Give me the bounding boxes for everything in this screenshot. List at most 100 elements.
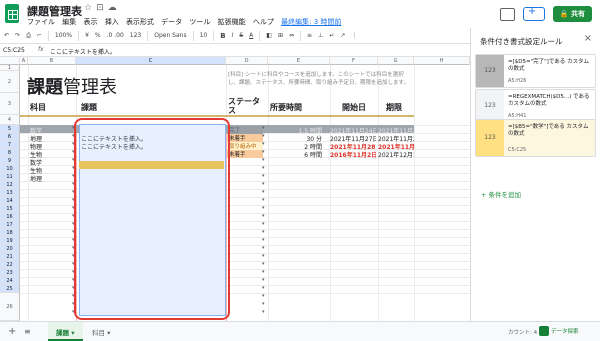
row-header[interactable]: 14 (0, 197, 20, 205)
move-icon[interactable]: ⊡ (96, 3, 108, 13)
row-header[interactable]: 8 (0, 149, 20, 157)
format-rule-1[interactable]: 123 =[$D5="完了"]である カスタムの数式 A5:H26 (475, 54, 596, 88)
wrap-icon[interactable]: ↵ (329, 32, 334, 39)
zoom-select[interactable]: 100% (55, 32, 72, 39)
row-header[interactable]: 23 (0, 269, 20, 277)
column-header[interactable]: D (226, 57, 268, 65)
star-icon[interactable]: ☆ (84, 3, 96, 13)
dropdown-arrow-icon[interactable]: ▾ (262, 173, 265, 179)
dropdown-arrow-icon[interactable]: ▾ (262, 245, 265, 251)
row-header[interactable]: 6 (0, 133, 20, 141)
column-header[interactable]: C (76, 57, 226, 65)
redo-icon[interactable]: ↷ (15, 32, 20, 39)
dropdown-arrow-icon[interactable]: ▾ (262, 205, 265, 211)
row-header[interactable]: 13 (0, 189, 20, 197)
row-header[interactable]: 12 (0, 181, 20, 189)
dropdown-arrow-icon[interactable]: ▾ (262, 221, 265, 227)
tab-tasks[interactable]: 課題 ▾ (48, 322, 83, 341)
explore-icon[interactable] (539, 326, 549, 336)
merge-icon[interactable]: ⇔ (289, 32, 294, 39)
menu-extensions[interactable]: 拡張機能 (218, 18, 246, 26)
column-header[interactable]: F (330, 57, 378, 65)
name-box[interactable]: C5:C25 (3, 47, 25, 54)
close-icon[interactable]: × (584, 33, 592, 44)
select-all-corner[interactable] (0, 57, 20, 65)
dropdown-arrow-icon[interactable]: ▾ (262, 181, 265, 187)
cell-status[interactable]: 完了 (227, 126, 263, 134)
menu-view[interactable]: 表示 (83, 18, 97, 26)
row-header[interactable]: 22 (0, 261, 20, 269)
menu-edit[interactable]: 編集 (62, 18, 76, 26)
count-display[interactable]: カウント: 4 (508, 328, 537, 336)
bold-button[interactable]: B (220, 32, 225, 40)
row-header[interactable]: 2 (0, 71, 20, 93)
menu-help[interactable]: ヘルプ (253, 18, 274, 26)
dropdown-arrow-icon[interactable]: ▾ (262, 269, 265, 275)
explore-button[interactable]: データ探索 (551, 327, 579, 335)
dropdown-arrow-icon[interactable]: ▾ (262, 301, 265, 307)
undo-icon[interactable]: ↶ (4, 32, 9, 39)
dropdown-arrow-icon[interactable]: ▾ (262, 133, 265, 139)
column-header[interactable]: G (378, 57, 414, 65)
currency-button[interactable]: ¥ (85, 32, 89, 39)
dropdown-arrow-icon[interactable]: ▾ (262, 253, 265, 259)
dropdown-arrow-icon[interactable]: ▾ (262, 261, 265, 267)
paint-format-icon[interactable]: ⌐ (37, 32, 42, 39)
font-size-select[interactable]: 10 (200, 32, 208, 39)
column-header[interactable]: A (20, 57, 28, 65)
row-header[interactable]: 18 (0, 229, 20, 237)
format-rule-2[interactable]: 123 =REGEXMATCH($D5...) であるカスタムの数式 A5:H4… (475, 89, 596, 123)
cell-subject[interactable]: 地理 (30, 174, 74, 183)
menu-data[interactable]: データ (161, 18, 182, 26)
strikethrough-button[interactable]: S (239, 32, 243, 39)
dropdown-arrow-icon[interactable]: ▾ (262, 149, 265, 155)
row-header[interactable]: 25 (0, 285, 20, 293)
dropdown-arrow-icon[interactable]: ▾ (262, 141, 265, 147)
cell-status[interactable]: 未着手 (227, 150, 263, 158)
dropdown-arrow-icon[interactable]: ▾ (262, 197, 265, 203)
title-icons[interactable]: ☆⊡☁ (84, 3, 121, 13)
menu-format[interactable]: 表示形式 (126, 18, 154, 26)
dropdown-arrow-icon[interactable]: ▾ (262, 293, 265, 299)
row-header[interactable]: 11 (0, 173, 20, 181)
dropdown-arrow-icon[interactable]: ▾ (262, 189, 265, 195)
last-edit-link[interactable]: 最終編集: 3 時間前 (281, 18, 341, 26)
cell-status[interactable]: 取り組み中 (227, 142, 263, 150)
dropdown-arrow-icon[interactable]: ▾ (262, 213, 265, 219)
row-header[interactable]: 21 (0, 253, 20, 261)
dropdown-arrow-icon[interactable]: ▾ (262, 237, 265, 243)
fill-color-icon[interactable]: ◧ (266, 32, 272, 39)
borders-icon[interactable]: ⊞ (278, 32, 283, 39)
sheets-logo-icon[interactable] (5, 4, 19, 23)
format-rule-3[interactable]: 123 =[$B5="数学"]である カスタムの数式 C5:C25 (475, 119, 596, 157)
dropdown-arrow-icon[interactable]: ▾ (262, 165, 265, 171)
dropdown-arrow-icon[interactable]: ▾ (262, 229, 265, 235)
cell-duration[interactable]: 6 時間 (272, 150, 322, 159)
dropdown-arrow-icon[interactable]: ▾ (262, 157, 265, 163)
spreadsheet-grid[interactable]: ABCDEFGH 1 2 3 4 5 6 7 8 9 10 11 12 13 14 15 16 17 18 19 20… (0, 57, 470, 321)
present-button[interactable] (522, 6, 545, 21)
cell-due[interactable]: 2021年12月1日 (378, 150, 414, 159)
column-header[interactable]: B (28, 57, 76, 65)
column-header[interactable]: H (414, 57, 470, 65)
italic-button[interactable]: I (232, 32, 234, 39)
row-header[interactable]: 26 (0, 293, 20, 321)
row-header[interactable]: 15 (0, 205, 20, 213)
row-header[interactable]: 24 (0, 277, 20, 285)
print-icon[interactable]: ⎙ (26, 32, 31, 40)
row-header[interactable]: 9 (0, 157, 20, 165)
align-icon[interactable]: ≡ (307, 32, 312, 39)
dropdown-arrow-icon[interactable]: ▾ (262, 309, 265, 315)
percent-button[interactable]: % (95, 32, 101, 39)
row-header[interactable]: 3 (0, 93, 20, 115)
row-header[interactable]: 19 (0, 237, 20, 245)
comment-history-icon[interactable] (499, 7, 515, 21)
cell-status[interactable]: 未着手 (227, 134, 263, 142)
row-header[interactable]: 10 (0, 165, 20, 173)
all-sheets-button[interactable]: ≡ (24, 327, 31, 336)
row-header[interactable]: 20 (0, 245, 20, 253)
menu-file[interactable]: ファイル (27, 18, 55, 26)
add-rule-button[interactable]: + 条件を追加 (481, 189, 521, 199)
more-icon[interactable]: ⋮ (351, 32, 357, 39)
cell-start[interactable]: 2016年11月2日 (330, 150, 376, 159)
